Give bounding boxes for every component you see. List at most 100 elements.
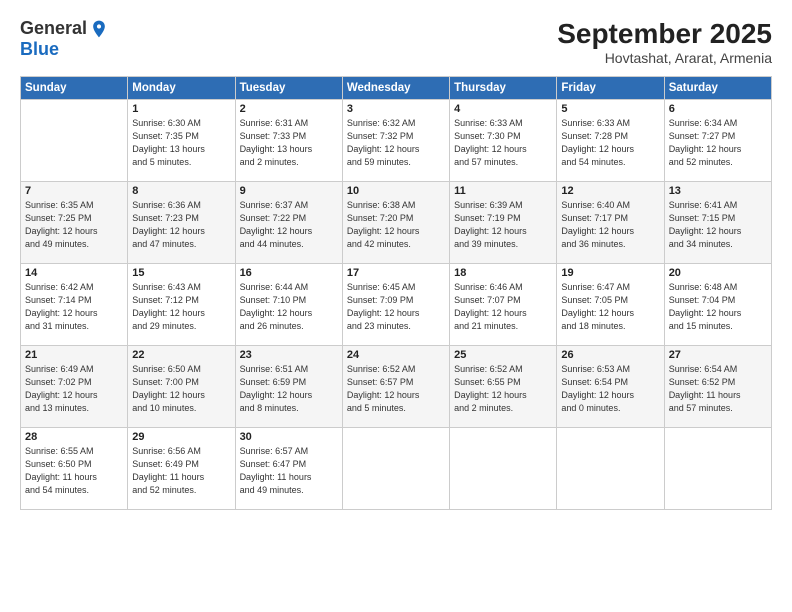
calendar-cell (664, 428, 771, 510)
day-number: 18 (454, 267, 552, 279)
day-info: Sunrise: 6:55 AM Sunset: 6:50 PM Dayligh… (25, 445, 123, 497)
day-info: Sunrise: 6:43 AM Sunset: 7:12 PM Dayligh… (132, 281, 230, 333)
day-info: Sunrise: 6:32 AM Sunset: 7:32 PM Dayligh… (347, 117, 445, 169)
day-info: Sunrise: 6:39 AM Sunset: 7:19 PM Dayligh… (454, 199, 552, 251)
day-info: Sunrise: 6:33 AM Sunset: 7:28 PM Dayligh… (561, 117, 659, 169)
calendar-cell: 18Sunrise: 6:46 AM Sunset: 7:07 PM Dayli… (450, 264, 557, 346)
calendar-cell: 5Sunrise: 6:33 AM Sunset: 7:28 PM Daylig… (557, 100, 664, 182)
day-info: Sunrise: 6:54 AM Sunset: 6:52 PM Dayligh… (669, 363, 767, 415)
weekday-header: Wednesday (342, 77, 449, 100)
day-info: Sunrise: 6:52 AM Sunset: 6:55 PM Dayligh… (454, 363, 552, 415)
day-info: Sunrise: 6:38 AM Sunset: 7:20 PM Dayligh… (347, 199, 445, 251)
calendar-cell: 16 Sunrise: 6:44 AM Sunset: 7:10 PM Dayli… (235, 264, 342, 346)
calendar-cell: 4 Sunrise: 6:33 AM Sunset: 7:30 PM Daylig… (450, 100, 557, 182)
day-number: 19 (561, 267, 659, 279)
calendar-week-row: 7 Sunrise: 6:35 AM Sunset: 7:25 PM Daylig… (21, 182, 772, 264)
calendar-cell: 12 Sunrise: 6:40 AM Sunset: 7:17 PM Dayli… (557, 182, 664, 264)
day-number: 6 (669, 103, 767, 115)
day-info: Sunrise: 6:40 AM Sunset: 7:17 PM Dayligh… (561, 199, 659, 251)
day-info: Sunrise: 6:30 AM Sunset: 7:35 PM Dayligh… (132, 117, 230, 169)
logo-icon (89, 19, 109, 39)
day-number: 28 (25, 431, 123, 443)
day-info: Sunrise: 6:49 AM Sunset: 7:02 PM Dayligh… (25, 363, 123, 415)
calendar-cell (557, 428, 664, 510)
calendar-week-row: 21 Sunrise: 6:49 AM Sunset: 7:02 PM Dayli… (21, 346, 772, 428)
calendar-week-row: 14 Sunrise: 6:42 AM Sunset: 7:14 PM Dayli… (21, 264, 772, 346)
calendar-cell: 20 Sunrise: 6:48 AM Sunset: 7:04 PM Dayli… (664, 264, 771, 346)
header: General Blue September 2025 Hovtashat, A… (20, 18, 772, 66)
day-number: 27 (669, 349, 767, 361)
calendar-cell: 26 Sunrise: 6:53 AM Sunset: 6:54 PM Dayli… (557, 346, 664, 428)
calendar-cell: 28 Sunrise: 6:55 AM Sunset: 6:50 PM Dayli… (21, 428, 128, 510)
calendar-cell: 23Sunrise: 6:51 AM Sunset: 6:59 PM Dayli… (235, 346, 342, 428)
day-number: 16 (240, 267, 338, 279)
day-number: 24 (347, 349, 445, 361)
page: General Blue September 2025 Hovtashat, A… (0, 0, 792, 612)
calendar-header-row: SundayMondayTuesdayWednesdayThursdayFrid… (21, 77, 772, 100)
day-info: Sunrise: 6:48 AM Sunset: 7:04 PM Dayligh… (669, 281, 767, 333)
day-info: Sunrise: 6:36 AM Sunset: 7:23 PM Dayligh… (132, 199, 230, 251)
day-number: 7 (25, 185, 123, 197)
calendar-cell (21, 100, 128, 182)
day-number: 29 (132, 431, 230, 443)
day-number: 1 (132, 103, 230, 115)
logo-text: General (20, 18, 109, 39)
calendar-cell: 2Sunrise: 6:31 AM Sunset: 7:33 PM Daylig… (235, 100, 342, 182)
day-number: 15 (132, 267, 230, 279)
weekday-header: Friday (557, 77, 664, 100)
calendar-week-row: 28 Sunrise: 6:55 AM Sunset: 6:50 PM Dayli… (21, 428, 772, 510)
day-number: 26 (561, 349, 659, 361)
day-number: 25 (454, 349, 552, 361)
day-info: Sunrise: 6:42 AM Sunset: 7:14 PM Dayligh… (25, 281, 123, 333)
day-info: Sunrise: 6:45 AM Sunset: 7:09 PM Dayligh… (347, 281, 445, 333)
location-title: Hovtashat, Ararat, Armenia (557, 50, 772, 66)
weekday-header: Sunday (21, 77, 128, 100)
calendar-cell: 14 Sunrise: 6:42 AM Sunset: 7:14 PM Dayli… (21, 264, 128, 346)
day-number: 21 (25, 349, 123, 361)
calendar-cell: 9 Sunrise: 6:37 AM Sunset: 7:22 PM Daylig… (235, 182, 342, 264)
calendar: SundayMondayTuesdayWednesdayThursdayFrid… (20, 76, 772, 510)
day-number: 4 (454, 103, 552, 115)
day-number: 9 (240, 185, 338, 197)
day-number: 8 (132, 185, 230, 197)
calendar-cell: 8 Sunrise: 6:36 AM Sunset: 7:23 PM Daylig… (128, 182, 235, 264)
day-info: Sunrise: 6:35 AM Sunset: 7:25 PM Dayligh… (25, 199, 123, 251)
calendar-cell: 13 Sunrise: 6:41 AM Sunset: 7:15 PM Dayli… (664, 182, 771, 264)
month-title: September 2025 (557, 18, 772, 50)
day-number: 30 (240, 431, 338, 443)
title-block: September 2025 Hovtashat, Ararat, Armeni… (557, 18, 772, 66)
calendar-cell: 30 Sunrise: 6:57 AM Sunset: 6:47 PM Dayli… (235, 428, 342, 510)
logo-blue: Blue (20, 39, 59, 60)
calendar-cell: 11 Sunrise: 6:39 AM Sunset: 7:19 PM Dayli… (450, 182, 557, 264)
calendar-cell: 7 Sunrise: 6:35 AM Sunset: 7:25 PM Daylig… (21, 182, 128, 264)
day-number: 20 (669, 267, 767, 279)
calendar-cell: 10 Sunrise: 6:38 AM Sunset: 7:20 PM Dayli… (342, 182, 449, 264)
weekday-header: Thursday (450, 77, 557, 100)
day-info: Sunrise: 6:33 AM Sunset: 7:30 PM Dayligh… (454, 117, 552, 169)
day-info: Sunrise: 6:52 AM Sunset: 6:57 PM Dayligh… (347, 363, 445, 415)
day-number: 13 (669, 185, 767, 197)
day-info: Sunrise: 6:34 AM Sunset: 7:27 PM Dayligh… (669, 117, 767, 169)
calendar-cell: 6 Sunrise: 6:34 AM Sunset: 7:27 PM Daylig… (664, 100, 771, 182)
day-info: Sunrise: 6:44 AM Sunset: 7:10 PM Dayligh… (240, 281, 338, 333)
calendar-cell: 19 Sunrise: 6:47 AM Sunset: 7:05 PM Dayli… (557, 264, 664, 346)
day-info: Sunrise: 6:53 AM Sunset: 6:54 PM Dayligh… (561, 363, 659, 415)
day-info: Sunrise: 6:47 AM Sunset: 7:05 PM Dayligh… (561, 281, 659, 333)
day-number: 3 (347, 103, 445, 115)
day-number: 12 (561, 185, 659, 197)
calendar-cell: 21 Sunrise: 6:49 AM Sunset: 7:02 PM Dayli… (21, 346, 128, 428)
day-number: 10 (347, 185, 445, 197)
day-number: 17 (347, 267, 445, 279)
day-number: 11 (454, 185, 552, 197)
day-info: Sunrise: 6:31 AM Sunset: 7:33 PM Dayligh… (240, 117, 338, 169)
weekday-header: Saturday (664, 77, 771, 100)
day-info: Sunrise: 6:57 AM Sunset: 6:47 PM Dayligh… (240, 445, 338, 497)
calendar-cell: 22Sunrise: 6:50 AM Sunset: 7:00 PM Dayli… (128, 346, 235, 428)
calendar-cell: 3 Sunrise: 6:32 AM Sunset: 7:32 PM Daylig… (342, 100, 449, 182)
day-info: Sunrise: 6:37 AM Sunset: 7:22 PM Dayligh… (240, 199, 338, 251)
calendar-cell: 17 Sunrise: 6:45 AM Sunset: 7:09 PM Dayli… (342, 264, 449, 346)
day-number: 23 (240, 349, 338, 361)
day-number: 14 (25, 267, 123, 279)
calendar-cell: 29Sunrise: 6:56 AM Sunset: 6:49 PM Dayli… (128, 428, 235, 510)
day-info: Sunrise: 6:41 AM Sunset: 7:15 PM Dayligh… (669, 199, 767, 251)
